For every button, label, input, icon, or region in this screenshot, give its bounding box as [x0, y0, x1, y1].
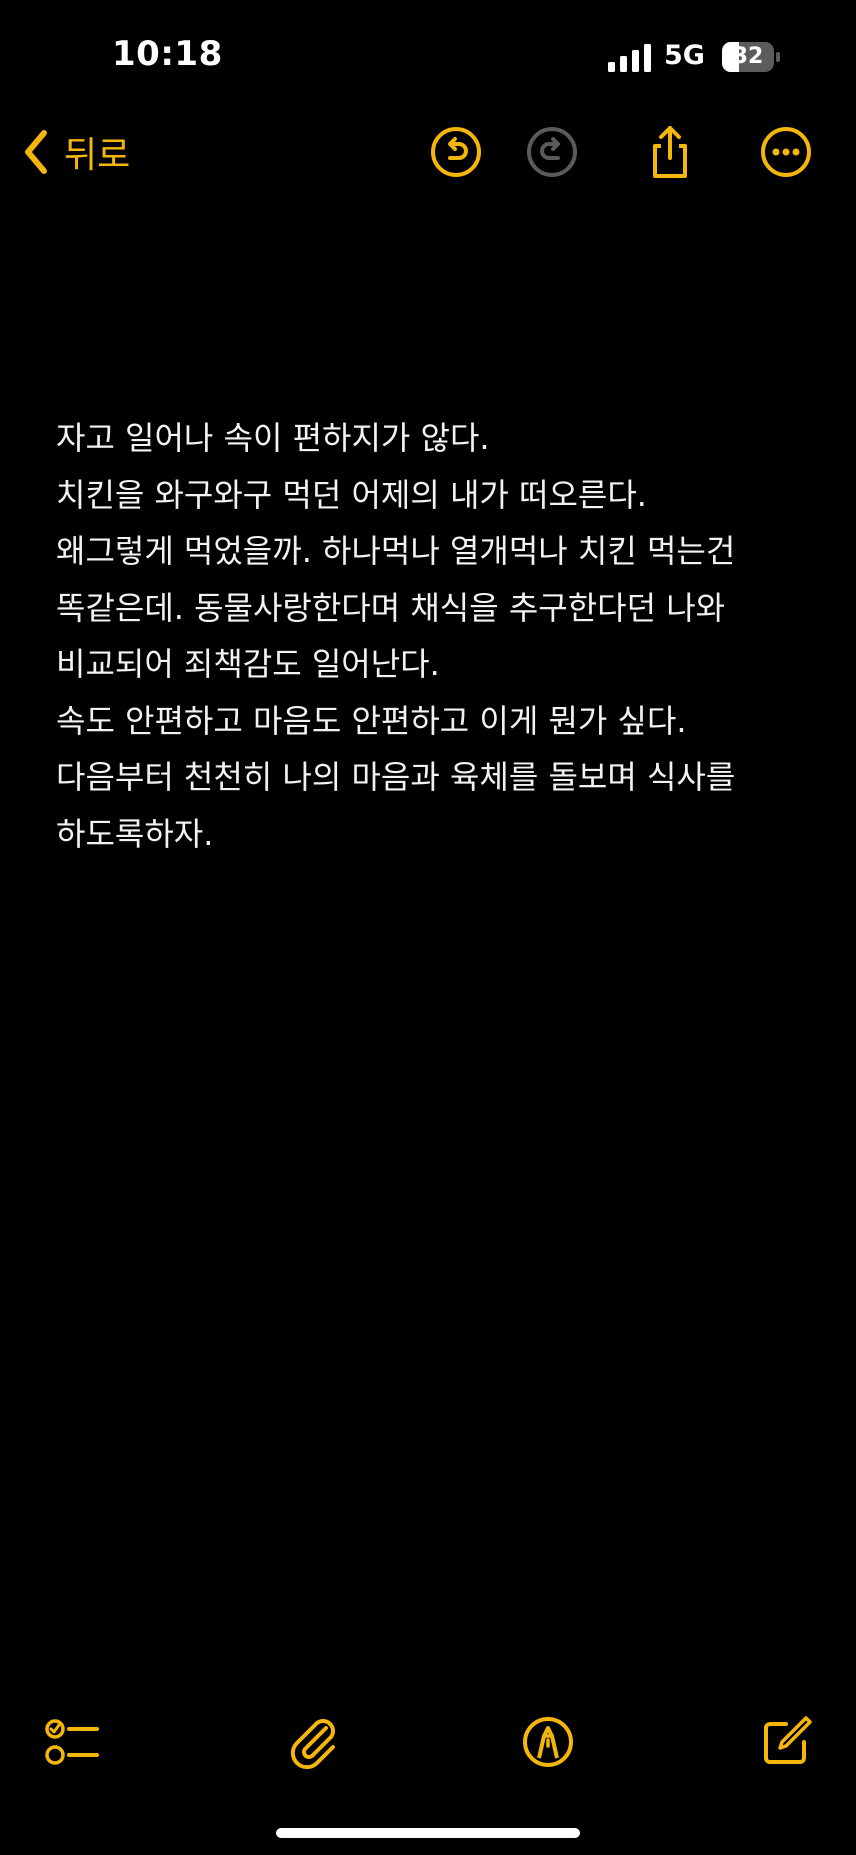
- attachment-button[interactable]: [286, 1714, 342, 1770]
- undo-icon: [431, 127, 481, 177]
- status-time: 10:18: [112, 34, 223, 74]
- note-body[interactable]: 자고 일어나 속이 편하지가 않다. 치킨을 와구와구 먹던 어제의 내가 떠오…: [56, 410, 816, 862]
- note-line: 속도 안편하고 마음도 안편하고 이게 뭔가 싶다.: [56, 701, 687, 740]
- home-indicator[interactable]: [276, 1828, 580, 1838]
- note-line: 치킨을 와구와구 먹던 어제의 내가 떠오른다.: [56, 475, 647, 514]
- markup-pen-icon: [523, 1717, 573, 1767]
- more-icon: [761, 127, 811, 177]
- compose-icon: [764, 1716, 812, 1764]
- nav-bar: 뒤로: [0, 110, 856, 190]
- battery-level: 32: [732, 44, 764, 69]
- status-bar: 10:18 5G 32: [0, 0, 856, 110]
- share-icon: [653, 126, 687, 178]
- markup-button[interactable]: [520, 1714, 576, 1770]
- checklist-button[interactable]: [44, 1714, 100, 1770]
- paperclip-icon: [290, 1719, 335, 1770]
- share-button[interactable]: [642, 124, 698, 180]
- redo-button[interactable]: [524, 124, 580, 180]
- redo-icon: [527, 127, 577, 177]
- note-line: 왜그렇게 먹었을까. 하나먹나 열개먹나 치킨 먹는건: [56, 532, 736, 570]
- cellular-signal-icon: [608, 44, 651, 72]
- note-line: 비교되어 죄책감도 일어난다.: [56, 645, 440, 683]
- note-line: 다음부터 천천히 나의 마음과 육체를 돌보며 식사를: [56, 758, 736, 796]
- chevron-left-icon: [25, 130, 47, 174]
- compose-button[interactable]: [758, 1714, 814, 1770]
- more-button[interactable]: [758, 124, 814, 180]
- note-line: 똑같은데. 동물사랑한다며 채식을 추구한다던 나와: [56, 588, 726, 627]
- undo-button[interactable]: [428, 124, 484, 180]
- back-label: 뒤로: [64, 135, 131, 176]
- bottom-toolbar: [0, 1700, 856, 1780]
- network-type: 5G: [664, 40, 705, 71]
- checklist-icon: [45, 1719, 99, 1765]
- note-line: 자고 일어나 속이 편하지가 않다.: [56, 419, 490, 457]
- note-line: 하도록하자.: [56, 814, 214, 853]
- back-button[interactable]: 뒤로: [22, 124, 130, 180]
